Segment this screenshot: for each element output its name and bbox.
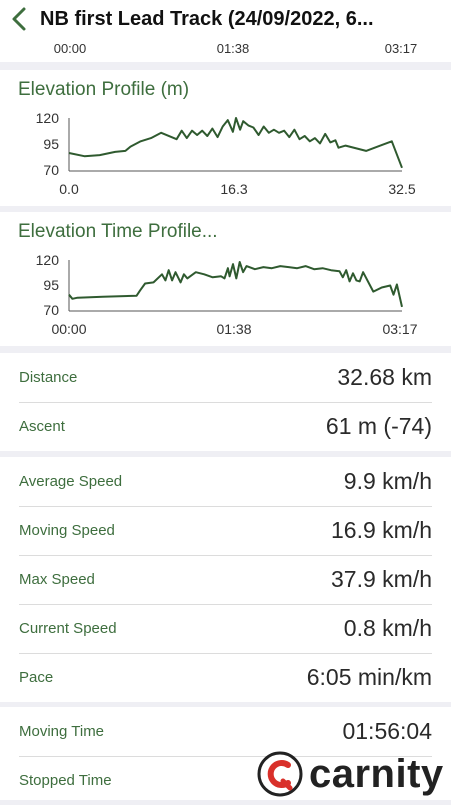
- stat-label: Current Speed: [19, 620, 117, 637]
- elevation-time-profile-chart: 120 95 70 00:00 01:38 03:17: [36, 252, 418, 337]
- elevation-time-profile-line: [68, 261, 403, 308]
- elevation-profile-line: [68, 117, 403, 169]
- elevation-time-profile-card: Elevation Time Profile... 120 95 70 00:0…: [0, 212, 451, 346]
- stat-row-max-speed[interactable]: Max Speed 37.9 km/h: [0, 555, 451, 604]
- carnity-logo-icon: [257, 751, 303, 797]
- chevron-left-icon: [12, 7, 26, 31]
- stat-value: 6:05 min/km: [306, 664, 432, 690]
- time-y-tick-120: 120: [36, 252, 60, 268]
- time-x-tick-start: 00:00: [51, 321, 86, 337]
- elevation-profile-chart: 120 95 70 0.0 16.3 32.5: [36, 110, 416, 197]
- carnity-watermark-logo: carnity: [257, 748, 447, 800]
- stat-value: 37.9 km/h: [331, 566, 432, 592]
- time-y-tick-95: 95: [43, 277, 59, 293]
- stat-row-moving-speed[interactable]: Moving Speed 16.9 km/h: [0, 506, 451, 555]
- speed-stats-card: Average Speed 9.9 km/h Moving Speed 16.9…: [0, 457, 451, 702]
- speed-x-tick-end: 03:17: [385, 41, 418, 56]
- time-x-tick-end: 03:17: [382, 321, 417, 337]
- elevation-x-tick-mid: 16.3: [220, 181, 247, 197]
- speed-x-tick-mid: 01:38: [217, 41, 250, 56]
- elevation-profile-card: Elevation Profile (m) 120 95 70 0.0 16.3…: [0, 70, 451, 206]
- stat-value: 32.68 km: [337, 364, 432, 390]
- back-button[interactable]: [0, 0, 40, 38]
- stat-row-current-speed[interactable]: Current Speed 0.8 km/h: [0, 604, 451, 653]
- stat-label: Moving Speed: [19, 522, 115, 539]
- stat-label: Ascent: [19, 418, 65, 435]
- stat-label: Moving Time: [19, 723, 105, 740]
- stat-label: Average Speed: [19, 473, 123, 490]
- distance-stats-card: Distance 32.68 km Ascent 61 m (-74): [0, 353, 451, 451]
- elevation-y-tick-95: 95: [43, 136, 59, 152]
- stat-value: 16.9 km/h: [331, 517, 432, 543]
- stat-value: 61 m (-74): [325, 413, 432, 439]
- stat-row-ascent[interactable]: Ascent 61 m (-74): [0, 402, 451, 451]
- stat-label: Stopped Time: [19, 772, 112, 789]
- time-x-tick-mid: 01:38: [216, 321, 251, 337]
- time-y-tick-70: 70: [43, 302, 59, 318]
- stat-row-pace[interactable]: Pace 6:05 min/km: [0, 653, 451, 702]
- stat-row-average-speed[interactable]: Average Speed 9.9 km/h: [0, 457, 451, 506]
- elevation-x-tick-end: 32.5: [388, 181, 415, 197]
- speed-chart-card: 00:00 01:38 03:17: [0, 38, 451, 62]
- elevation-y-tick-70: 70: [43, 162, 59, 178]
- stat-value: 0.8 km/h: [343, 615, 432, 641]
- stat-label: Pace: [19, 669, 54, 686]
- top-navigation-bar: NB first Lead Track (24/09/2022, 6...: [0, 0, 451, 38]
- speed-chart-axis: 00:00 01:38 03:17: [54, 41, 418, 56]
- carnity-logo-text: carnity: [309, 751, 444, 796]
- stat-row-distance[interactable]: Distance 32.68 km: [0, 353, 451, 402]
- page-title: NB first Lead Track (24/09/2022, 6...: [40, 7, 374, 30]
- speed-x-tick-start: 00:00: [54, 41, 87, 56]
- elevation-y-tick-120: 120: [36, 110, 60, 126]
- stat-label: Distance: [19, 369, 78, 386]
- stat-label: Max Speed: [19, 571, 95, 588]
- stat-value: 9.9 km/h: [343, 468, 432, 494]
- elevation-x-tick-0: 0.0: [59, 181, 79, 197]
